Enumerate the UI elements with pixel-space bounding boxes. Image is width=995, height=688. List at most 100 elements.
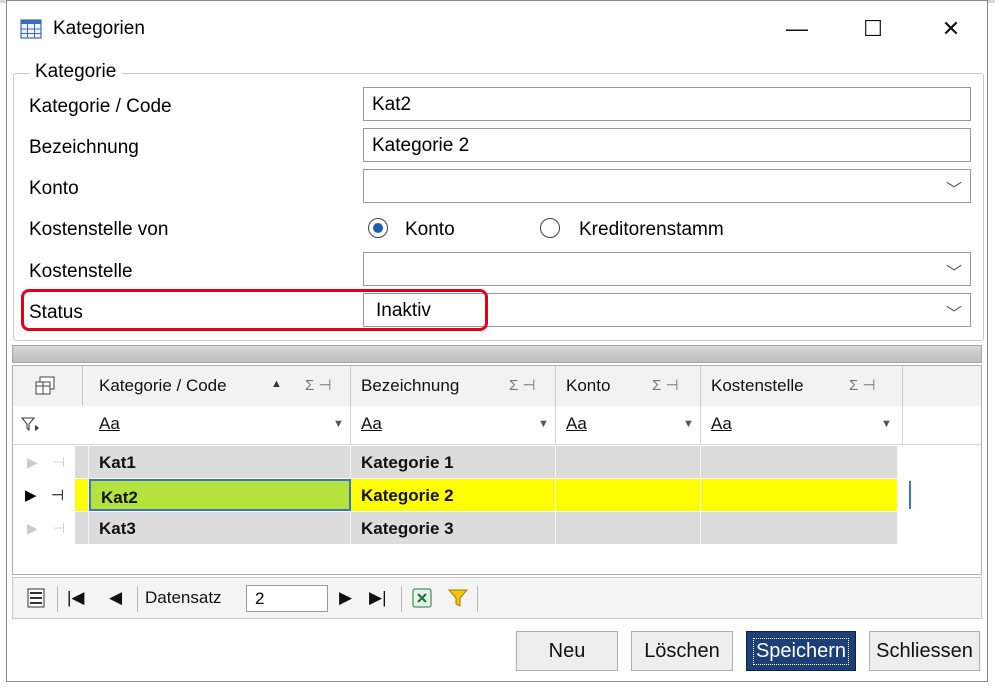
cell-kostenstelle[interactable]: [701, 512, 898, 544]
excel-export-icon[interactable]: [411, 587, 433, 609]
sigma-pin-icon[interactable]: Σ ⊣: [305, 376, 332, 394]
row-indicator-icon: ▶: [27, 454, 38, 470]
chevron-down-icon[interactable]: ﹀: [946, 176, 962, 200]
minimize-button[interactable]: —: [774, 11, 820, 47]
column-header-code[interactable]: Kategorie / Code ▲ Σ ⊣: [89, 366, 351, 406]
previous-record-icon[interactable]: ◀: [109, 588, 122, 608]
divider: [401, 586, 402, 612]
row-edge-marker: [909, 481, 911, 509]
radio-kreditorenstamm[interactable]: [540, 218, 560, 238]
code-input[interactable]: Kat2: [363, 87, 971, 121]
cell-code[interactable]: Kat3: [89, 512, 351, 544]
record-number-input[interactable]: 2: [246, 585, 328, 612]
pin-icon[interactable]: ⊣: [53, 520, 65, 537]
filter-icon: [21, 417, 39, 432]
column-header-kostenstelle-label: Kostenstelle: [711, 376, 804, 395]
column-header-bezeichnung-label: Bezeichnung: [361, 376, 460, 395]
chevron-down-icon[interactable]: ﹀: [946, 259, 962, 283]
splitter-bar[interactable]: [12, 345, 982, 363]
filter-cell-kostenstelle[interactable]: Aa ▼: [701, 406, 903, 444]
sigma-pin-icon[interactable]: Σ ⊣: [849, 376, 876, 394]
data-grid: Kategorie / Code ▲ Σ ⊣ Bezeichnung Σ ⊣ K…: [12, 365, 982, 575]
cell-bezeichnung[interactable]: Kategorie 2: [351, 479, 556, 511]
record-label: Datensatz: [145, 588, 222, 607]
column-header-konto-label: Konto: [566, 376, 611, 395]
divider: [57, 586, 58, 612]
divider: [137, 586, 138, 612]
kostenstelle-von-label: Kostenstelle von: [29, 219, 169, 240]
row-gutter: [75, 512, 89, 544]
grid-header: Kategorie / Code ▲ Σ ⊣ Bezeichnung Σ ⊣ K…: [13, 366, 981, 407]
delete-button[interactable]: Löschen: [631, 631, 733, 671]
table-icon: [20, 19, 42, 39]
sigma-icon: Σ: [849, 377, 859, 394]
column-chooser-button[interactable]: [13, 366, 83, 406]
sigma-pin-icon[interactable]: Σ ⊣: [652, 376, 679, 394]
new-button[interactable]: Neu: [516, 631, 618, 671]
column-header-bezeichnung[interactable]: Bezeichnung Σ ⊣: [351, 366, 556, 406]
pin-icon[interactable]: ⊣: [51, 486, 64, 504]
maximize-icon: ☐: [863, 16, 883, 41]
name-input[interactable]: Kategorie 2: [363, 128, 971, 162]
filter-cell-bezeichnung[interactable]: Aa ▼: [351, 406, 556, 444]
first-record-icon[interactable]: |◀: [67, 588, 85, 608]
sigma-icon: Σ: [305, 377, 315, 394]
cell-konto[interactable]: [556, 512, 701, 544]
table-row-selected[interactable]: ▶ ⊣ Kat2 Kategorie 2: [13, 479, 981, 512]
maximize-button[interactable]: ☐: [850, 11, 896, 47]
cell-bezeichnung[interactable]: Kategorie 1: [351, 446, 556, 478]
filter-cell-code[interactable]: Aa ▼: [89, 406, 351, 444]
kostenstelle-label: Kostenstelle: [29, 261, 133, 282]
cell-konto[interactable]: [556, 446, 701, 478]
konto-label: Konto: [29, 178, 79, 199]
row-gutter: [75, 446, 89, 478]
save-button-label: Speichern: [752, 637, 850, 665]
radio-konto-label[interactable]: Konto: [405, 219, 455, 241]
table-row[interactable]: ▶ ⊣ Kat1 Kategorie 1: [13, 446, 981, 479]
chevron-down-icon[interactable]: ﹀: [946, 300, 962, 324]
close-button-label: Schliessen: [876, 639, 973, 662]
sigma-icon: Σ: [509, 377, 519, 394]
save-button[interactable]: Speichern: [746, 631, 856, 671]
chevron-down-icon[interactable]: ▼: [683, 418, 694, 430]
filter-operator-icon: Aa: [711, 414, 732, 433]
filter-operator-icon: Aa: [361, 414, 382, 433]
filter-options-button[interactable]: [13, 406, 83, 444]
cell-code[interactable]: Kat1: [89, 446, 351, 478]
radio-konto[interactable]: [368, 218, 388, 238]
konto-combobox[interactable]: ﹀: [363, 169, 971, 203]
radio-kreditorenstamm-label[interactable]: Kreditorenstamm: [579, 219, 724, 241]
kostenstelle-combobox[interactable]: ﹀: [363, 252, 971, 286]
record-number-value: 2: [255, 589, 265, 608]
chevron-down-icon[interactable]: ▼: [538, 418, 549, 430]
close-icon: ✕: [941, 16, 961, 41]
record-navigator: |◀ ◀ Datensatz 2 ▶ ▶|: [12, 577, 982, 619]
code-label: Kategorie / Code: [29, 96, 172, 117]
last-record-icon[interactable]: ▶|: [369, 588, 387, 608]
cell-kostenstelle[interactable]: [701, 446, 898, 478]
column-header-konto[interactable]: Konto Σ ⊣: [556, 366, 701, 406]
funnel-filter-icon[interactable]: [447, 587, 469, 609]
row-gutter: [75, 479, 89, 511]
column-header-code-label: Kategorie / Code: [99, 376, 227, 395]
sigma-pin-icon[interactable]: Σ ⊣: [509, 376, 536, 394]
chevron-down-icon[interactable]: ▼: [881, 418, 892, 430]
cell-konto[interactable]: [556, 479, 701, 511]
column-chooser-icon: [35, 376, 55, 395]
cell-bezeichnung[interactable]: Kategorie 3: [351, 512, 556, 544]
pin-icon[interactable]: ⊣: [53, 454, 65, 471]
minimize-icon: —: [786, 16, 808, 41]
list-layout-icon[interactable]: [25, 587, 47, 609]
table-row[interactable]: ▶ ⊣ Kat3 Kategorie 3: [13, 512, 981, 545]
cell-kostenstelle[interactable]: [701, 479, 898, 511]
window-title: Kategorien: [53, 18, 145, 39]
chevron-down-icon[interactable]: ▼: [333, 418, 344, 430]
title-bar: Kategorien — ☐ ✕: [7, 7, 987, 51]
next-record-icon[interactable]: ▶: [339, 588, 352, 608]
cell-code[interactable]: Kat2: [89, 479, 351, 511]
filter-row: Aa ▼ Aa ▼ Aa ▼ Aa ▼: [13, 406, 981, 445]
filter-cell-konto[interactable]: Aa ▼: [556, 406, 701, 444]
column-header-kostenstelle[interactable]: Kostenstelle Σ ⊣: [701, 366, 903, 406]
close-window-button[interactable]: ✕: [928, 11, 974, 47]
close-button[interactable]: Schliessen: [869, 631, 980, 671]
